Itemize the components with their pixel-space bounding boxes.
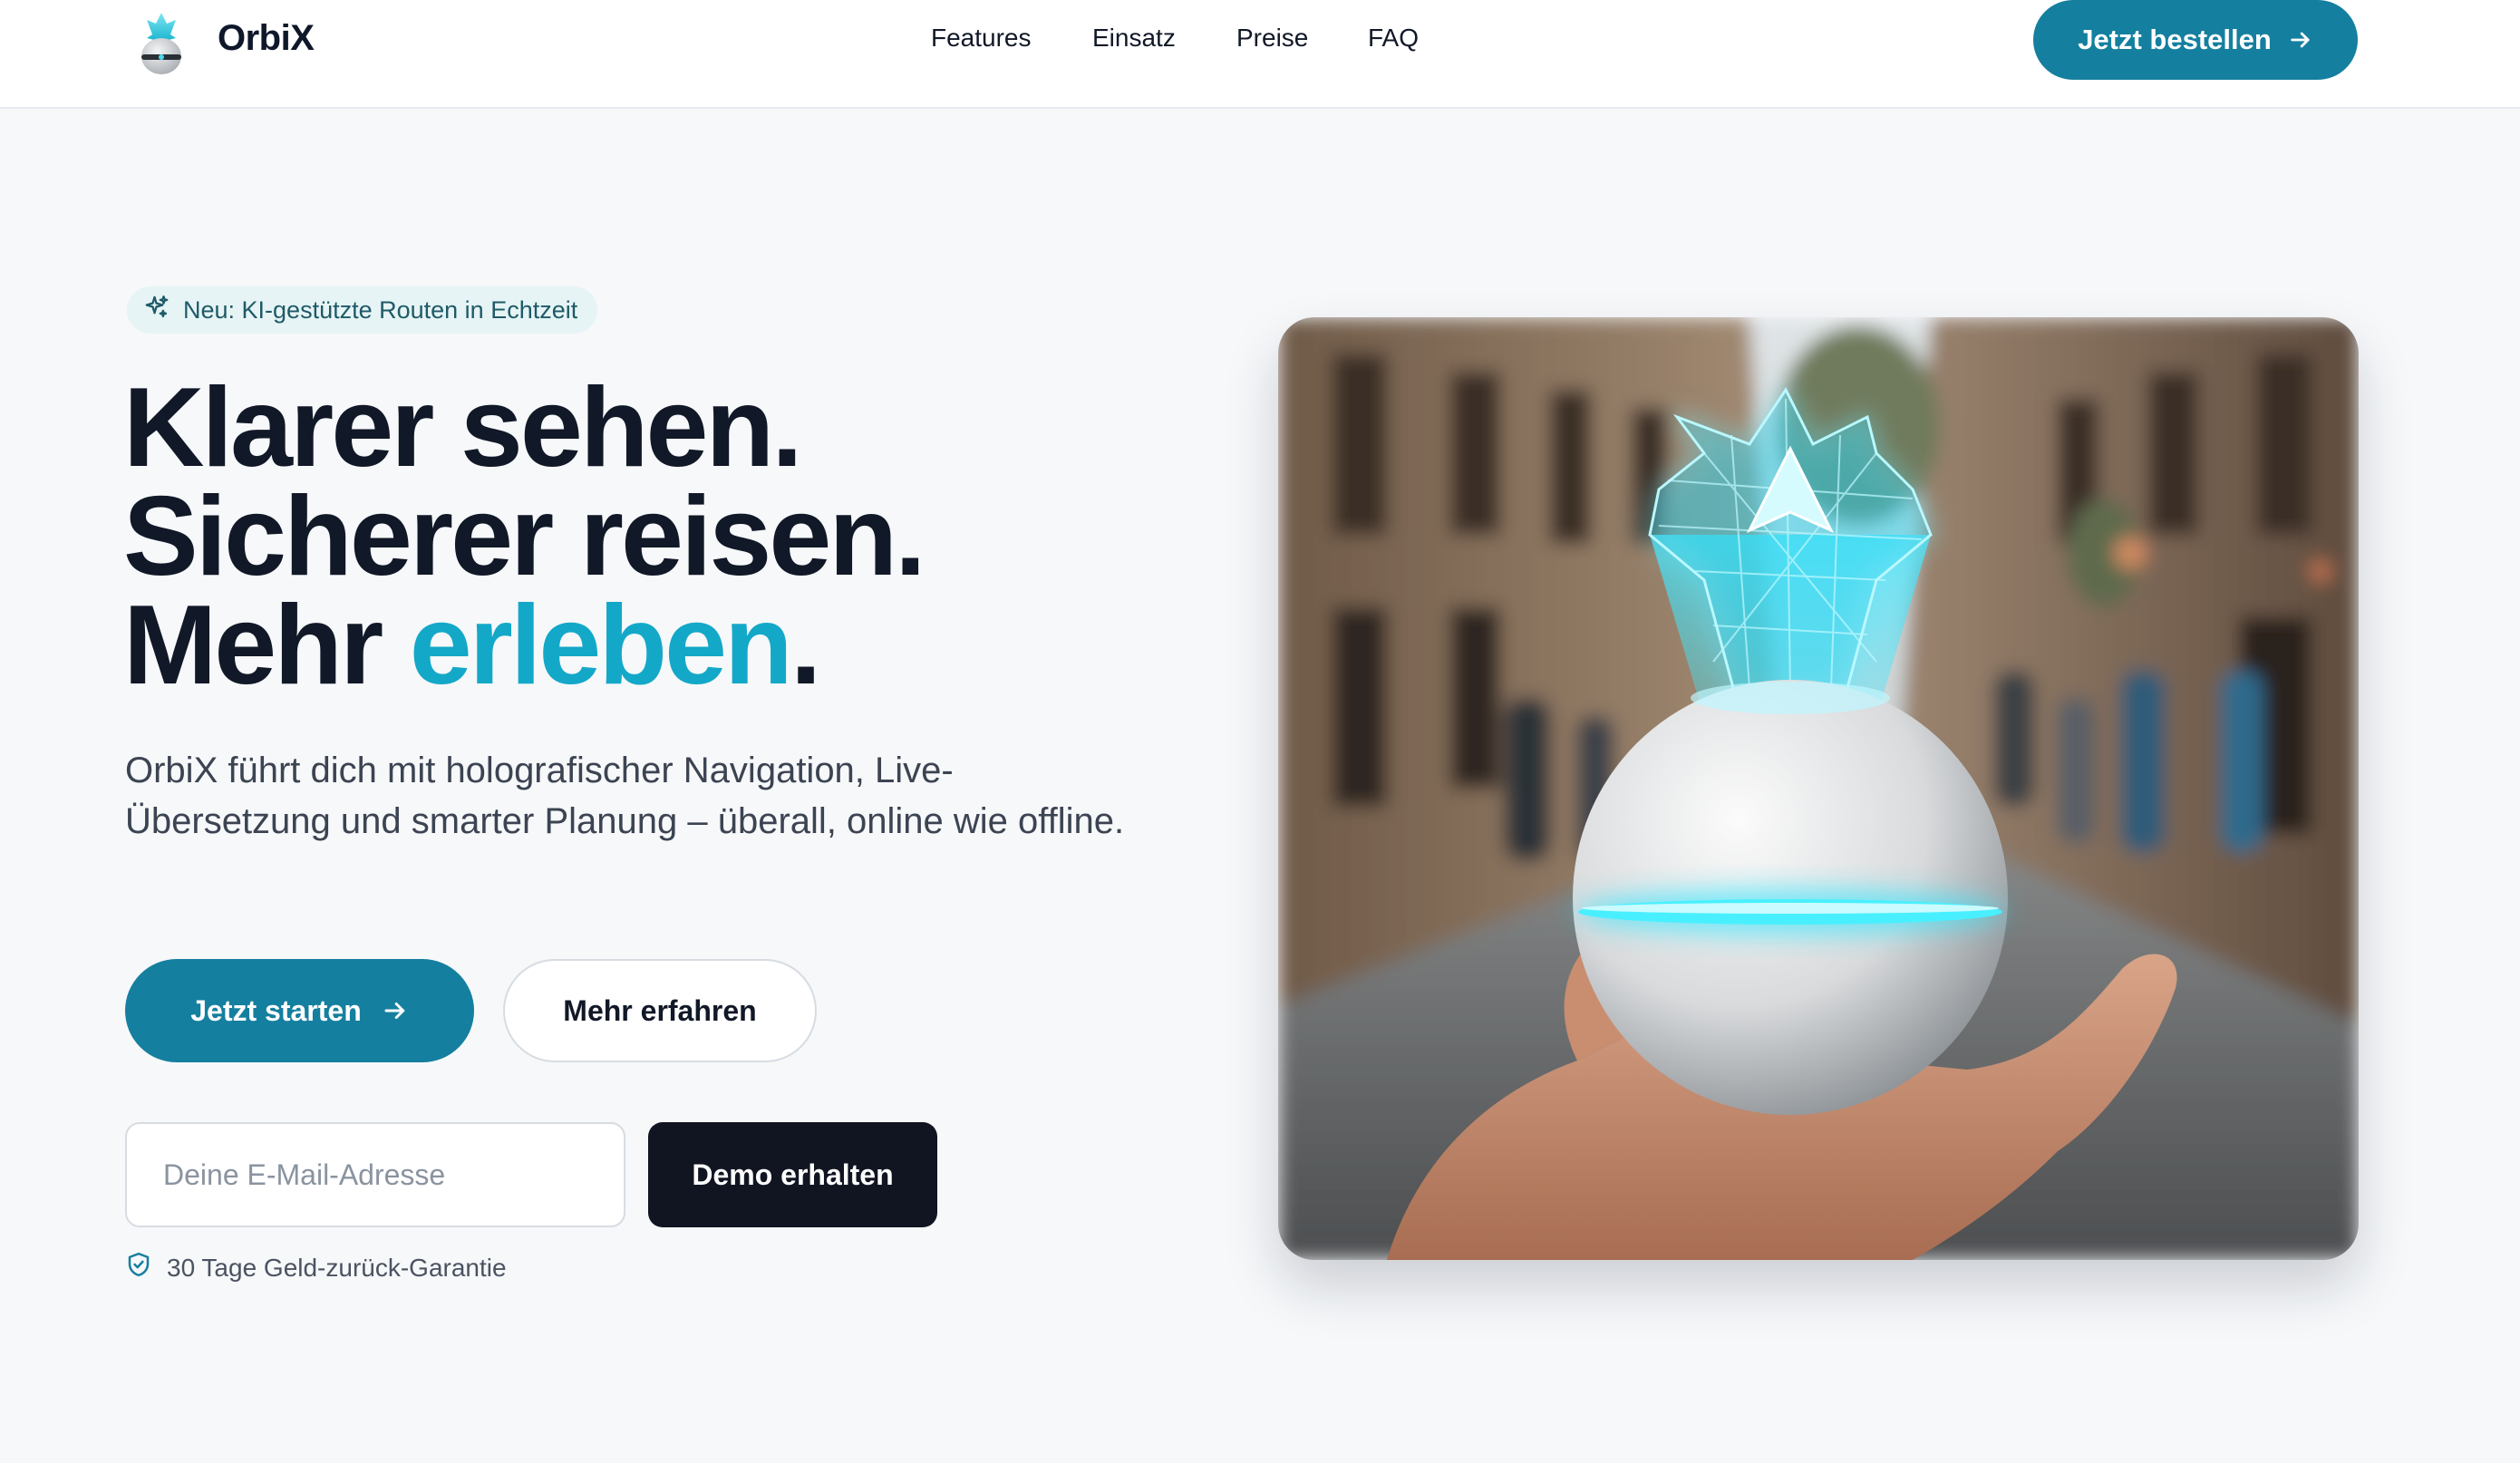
order-now-label: Jetzt bestellen (2078, 24, 2272, 55)
headline-line-3-end: . (790, 583, 821, 708)
hero-headline: Klarer sehen. Sicherer reisen. Mehr erle… (123, 372, 926, 702)
start-now-label: Jetzt starten (190, 993, 362, 1027)
learn-more-button[interactable]: Mehr erfahren (503, 959, 817, 1062)
order-now-button[interactable]: Jetzt bestellen (2033, 0, 2358, 80)
arrow-right-icon (382, 997, 409, 1024)
get-demo-button[interactable]: Demo erhalten (648, 1122, 937, 1227)
brand-name[interactable]: OrbiX (218, 18, 315, 59)
shield-check-icon (125, 1251, 152, 1284)
new-feature-badge: Neu: KI-gestützte Routen in Echtzeit (127, 286, 598, 334)
nav-link-features[interactable]: Features (931, 24, 1032, 53)
guarantee-text: 30 Tage Geld-zurück-Garantie (167, 1253, 507, 1282)
site-header: OrbiX Features Einsatz Preise FAQ Jetzt … (0, 0, 2520, 109)
nav-link-preise[interactable]: Preise (1236, 24, 1308, 53)
money-back-guarantee: 30 Tage Geld-zurück-Garantie (125, 1251, 507, 1284)
badge-text: Neu: KI-gestützte Routen in Echtzeit (183, 296, 578, 324)
headline-line-3-start: Mehr (123, 583, 410, 708)
arrow-right-icon (2288, 27, 2313, 53)
learn-more-label: Mehr erfahren (563, 993, 757, 1027)
hero-description: OrbiX führt dich mit holografischer Navi… (125, 751, 1125, 841)
hero-product-image (1278, 317, 2359, 1260)
nav-link-einsatz[interactable]: Einsatz (1092, 24, 1176, 53)
headline-accent-word: erleben (409, 583, 793, 708)
sparkles-icon (143, 294, 170, 327)
nav-link-faq[interactable]: FAQ (1368, 24, 1419, 53)
headline-line-1: Klarer sehen. (123, 365, 803, 490)
email-input[interactable] (125, 1122, 625, 1227)
get-demo-label: Demo erhalten (692, 1158, 894, 1191)
orbix-logo-icon[interactable] (136, 11, 187, 76)
start-now-button[interactable]: Jetzt starten (125, 959, 474, 1062)
headline-line-2: Sicherer reisen. (123, 474, 926, 599)
